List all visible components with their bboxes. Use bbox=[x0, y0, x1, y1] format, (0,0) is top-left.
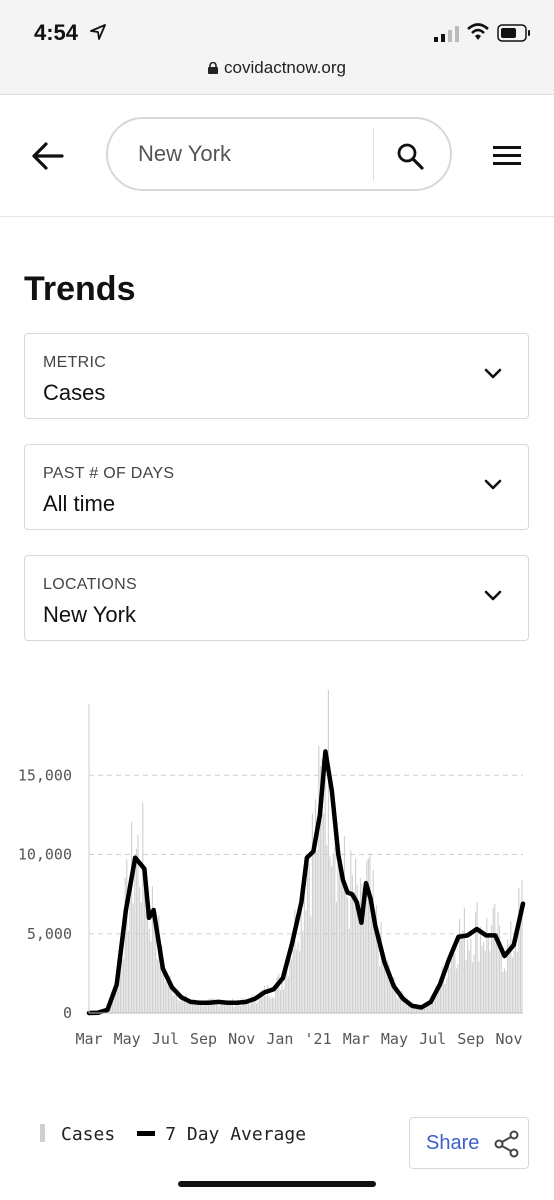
y-tick-label: 0 bbox=[63, 1004, 72, 1022]
url-text: covidactnow.org bbox=[224, 58, 346, 77]
url-bar[interactable]: covidactnow.org bbox=[0, 58, 554, 78]
chart-legend: Cases 7 Day Average bbox=[40, 1124, 306, 1145]
share-label: Share bbox=[426, 1132, 480, 1154]
x-tick-label: Mar bbox=[75, 1030, 102, 1048]
page-title: Trends bbox=[24, 270, 136, 308]
back-arrow-icon[interactable] bbox=[28, 136, 68, 176]
x-tick-label: '21 bbox=[305, 1030, 332, 1048]
x-tick-label: Jul bbox=[419, 1030, 446, 1048]
metric-dropdown[interactable]: METRIC Cases bbox=[24, 333, 529, 419]
x-tick-label: Jan bbox=[266, 1030, 293, 1048]
x-tick-label: Sep bbox=[190, 1030, 217, 1048]
chevron-down-icon bbox=[484, 368, 502, 379]
status-time: 4:54 bbox=[34, 20, 79, 45]
x-tick-label: Jul bbox=[152, 1030, 179, 1048]
y-tick-label: 5,000 bbox=[27, 925, 72, 943]
legend-average-swatch bbox=[137, 1131, 156, 1136]
cellular-signal-icon bbox=[434, 26, 459, 42]
y-tick-label: 15,000 bbox=[18, 766, 72, 784]
days-value: All time bbox=[43, 491, 116, 516]
x-tick-label: Sep bbox=[457, 1030, 484, 1048]
status-bar: 4:54 covidactnow.org bbox=[0, 0, 554, 95]
legend-average-label: 7 Day Average bbox=[165, 1124, 307, 1145]
search-divider bbox=[373, 129, 374, 181]
wifi-icon bbox=[467, 23, 489, 40]
locations-value: New York bbox=[43, 602, 136, 627]
legend-cases-swatch bbox=[40, 1124, 45, 1142]
locations-label: LOCATIONS bbox=[43, 576, 137, 593]
days-dropdown[interactable]: PAST # OF DAYS All time bbox=[24, 444, 529, 530]
x-tick-label: Nov bbox=[228, 1030, 255, 1048]
chevron-down-icon bbox=[484, 590, 502, 601]
metric-label: METRIC bbox=[43, 354, 107, 371]
x-tick-label: Nov bbox=[495, 1030, 522, 1048]
days-label: PAST # OF DAYS bbox=[43, 465, 175, 482]
home-indicator bbox=[178, 1181, 376, 1187]
search-input[interactable] bbox=[138, 141, 338, 167]
legend-cases-label: Cases bbox=[61, 1124, 116, 1145]
x-tick-label: May bbox=[114, 1030, 141, 1048]
location-arrow-icon bbox=[90, 24, 106, 40]
daily-cases-bars bbox=[89, 690, 523, 1013]
x-axis-ticks: Mar May Jul Sep Nov Jan '21 Mar May Jul Sep Nov bbox=[75, 1030, 522, 1048]
chevron-down-icon bbox=[484, 479, 502, 490]
share-button[interactable]: Share bbox=[409, 1117, 529, 1169]
x-tick-label: Mar bbox=[343, 1030, 370, 1048]
y-axis-ticks: 0 5,000 10,000 15,000 bbox=[18, 766, 72, 1022]
locations-dropdown[interactable]: LOCATIONS New York bbox=[24, 555, 529, 641]
metric-value: Cases bbox=[43, 380, 106, 405]
x-tick-label: May bbox=[381, 1030, 408, 1048]
cases-trend-chart: 0 5,000 10,000 15,000 Mar May Jul Sep Nov Jan '21… bbox=[18, 690, 526, 1048]
lock-icon bbox=[208, 62, 219, 74]
hamburger-menu-icon[interactable] bbox=[492, 142, 522, 168]
search-icon[interactable] bbox=[396, 142, 424, 170]
battery-icon bbox=[497, 24, 530, 42]
header-divider bbox=[0, 216, 554, 217]
y-tick-label: 10,000 bbox=[18, 846, 72, 864]
share-icon bbox=[494, 1130, 519, 1158]
search-box[interactable] bbox=[106, 117, 452, 191]
